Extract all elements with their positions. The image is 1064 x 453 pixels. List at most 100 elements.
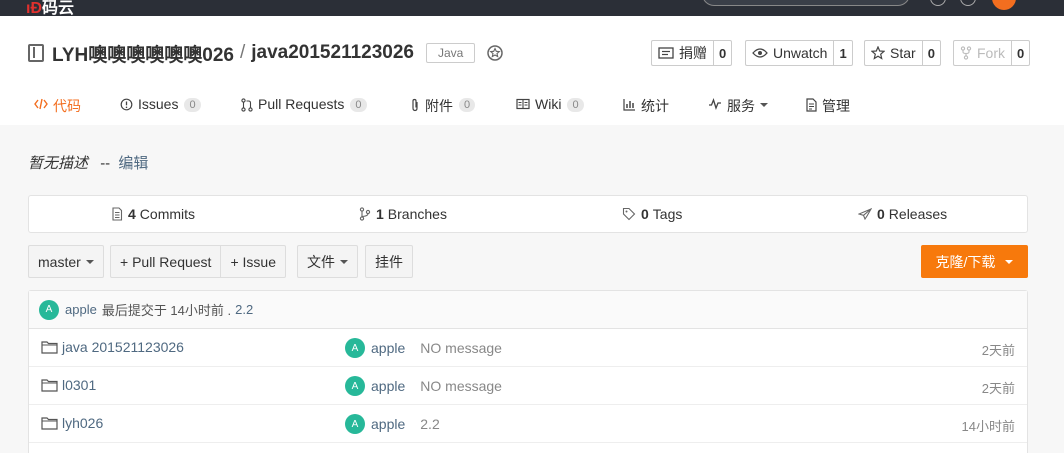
list-item: java 201521123026 A apple NO message 2天前 [29,329,1027,367]
file-dropdown-button[interactable]: 文件 [297,245,358,278]
releases-count: 0 [877,206,885,222]
file-commit: A apple 2.2 [345,414,440,434]
avatar[interactable]: A [345,414,365,434]
fork-button[interactable]: Fork [953,40,1011,66]
branch-select[interactable]: master [28,245,104,278]
releases-label: Releases [888,206,948,222]
file-commit: A apple NO message [345,376,502,396]
fork-icon [960,46,972,60]
tab-pull-requests[interactable]: Pull Requests 0 [241,96,367,128]
chevron-down-icon [85,259,94,264]
repo-description: 暂无描述 -- 编辑 [28,152,148,173]
list-item: l0301 A apple NO message 2天前 [29,367,1027,405]
tab-wiki-label: Wiki [535,96,562,112]
fork-count[interactable]: 0 [1011,40,1031,66]
tab-service[interactable]: 服务 [708,96,768,128]
tab-issues[interactable]: Issues 0 [120,96,201,128]
donate-button[interactable]: 捐赠 [651,40,713,66]
tab-issues-count: 0 [184,98,201,112]
commit-message-link[interactable]: NO message [420,378,502,394]
star-button-group: Star 0 [864,40,941,66]
commit-message-link[interactable]: 2.2 [420,416,439,432]
repo-stats-bar: 4 Commits 1 Branches 0 Tags 0 Releases [28,195,1028,233]
donate-count[interactable]: 0 [713,40,733,66]
repo-owner-link[interactable]: LYH噢噢噢噢噢噢026 [52,40,234,67]
widget-menu: 挂件 [365,245,413,278]
tab-code[interactable]: 代码 [28,96,87,128]
avatar[interactable]: A [345,376,365,396]
attachment-icon [410,98,420,112]
widget-button[interactable]: 挂件 [365,245,413,278]
branches-stat[interactable]: 1 Branches [359,206,447,222]
commit-author-link[interactable]: apple [371,416,405,432]
tab-service-label: 服务 [727,98,755,114]
list-item: lyh026 A apple 2.2 14小时前 [29,405,1027,443]
folder-icon [41,340,58,354]
branch-icon [359,207,371,221]
chevron-down-icon [760,103,768,107]
star-count[interactable]: 0 [921,40,941,66]
new-pull-request-button[interactable]: + Pull Request [110,245,222,278]
folder-icon [41,378,58,392]
avatar[interactable]: A [345,338,365,358]
clone-download-button[interactable]: 克隆/下载 [921,245,1028,278]
new-issue-button[interactable]: + Issue [221,245,286,278]
repo-icon [28,44,44,62]
commit-time-text: 最后提交于 14小时前 . [101,303,232,318]
watch-count[interactable]: 1 [833,40,853,66]
repo-separator: / [239,42,246,63]
releases-stat[interactable]: 0 Releases [858,206,947,222]
commit-message-link[interactable]: NO message [420,340,502,356]
tags-label: Tags [652,206,683,222]
star-icon [871,46,885,60]
clone-label: 克隆/下载 [935,253,996,270]
pr-issue-group: + Pull Request + Issue [110,245,286,278]
edit-description-link[interactable]: 编辑 [118,155,148,172]
language-badge[interactable]: Java [425,43,476,63]
branch-dropdown-button[interactable]: master [28,245,104,278]
medal-icon[interactable] [485,43,505,63]
file-commit-time: 2天前 [981,381,1015,396]
help-icon[interactable] [960,0,976,6]
tags-stat[interactable]: 0 Tags [622,206,682,222]
top-navbar: ıĐ码云 [0,0,1064,16]
commits-stat[interactable]: 4 Commits [111,206,195,222]
file-name: lyh026 [62,415,104,431]
file-name-link[interactable]: l0301 [41,377,96,393]
fork-button-group: Fork 0 [953,40,1031,66]
tab-manage[interactable]: 管理 [805,96,850,128]
file-name: l0301 [62,377,97,393]
unwatch-button[interactable]: Unwatch [745,40,834,66]
file-name-link[interactable]: lyh026 [41,415,103,431]
branches-label: Branches [387,206,447,222]
tab-stats[interactable]: 统计 [623,96,669,128]
tab-wiki[interactable]: Wiki 0 [516,96,584,128]
file-commit-time: 14小时前 [961,419,1015,434]
commits-count: 4 [128,206,136,222]
file-name-link[interactable]: java 201521123026 [41,339,184,355]
tab-pull-requests-label: Pull Requests [258,96,345,112]
commit-message-link[interactable]: 2.2 [235,302,253,317]
tab-attachments-count: 0 [459,98,476,112]
avatar[interactable]: A [39,299,59,320]
user-avatar[interactable] [992,0,1016,10]
latest-commit-bar: A apple 最后提交于 14小时前 . 2.2 [29,291,1027,329]
stats-icon [623,98,636,111]
code-icon [34,98,48,110]
tab-manage-label: 管理 [822,98,850,114]
manage-icon [805,98,817,112]
branch-label: master [38,253,81,270]
unwatch-label: Unwatch [773,45,828,61]
release-icon [858,208,872,220]
site-logo[interactable]: ıĐ码云 [26,0,74,16]
commit-author-link[interactable]: apple [371,340,405,356]
tab-attachments[interactable]: 附件 0 [410,96,476,128]
commit-author-link[interactable]: apple [371,378,405,394]
chevron-down-icon [340,259,348,264]
commit-author-link[interactable]: apple [65,302,97,317]
donate-icon [658,47,674,59]
star-button[interactable]: Star [864,40,922,66]
repo-name-link[interactable]: java201521123026 [251,42,414,64]
notification-icon[interactable] [930,0,946,6]
global-search-input[interactable] [702,0,910,6]
